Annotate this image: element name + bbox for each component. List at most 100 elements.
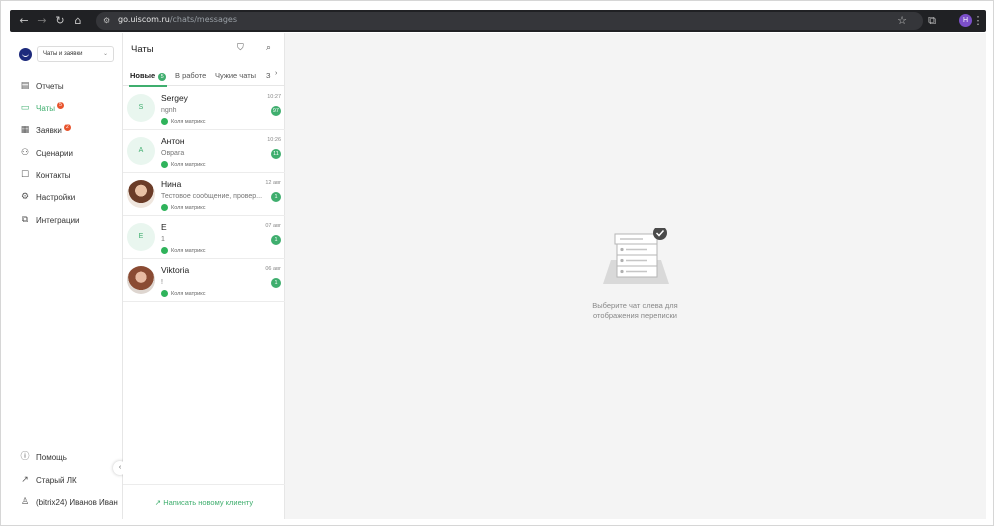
sidebar-item-settings[interactable]: ⚙ Настройки [20,190,75,204]
chat-name: Viktoria [161,265,190,275]
chats-title: Чаты [131,44,154,55]
whatsapp-icon [161,118,168,125]
sidebar-item-user[interactable]: ♙ (bitrix24) Иванов Иван [20,495,118,509]
sidebar-item-old-cabinet[interactable]: ↗ Старый ЛК [20,473,77,487]
chat-source: Коля матрикс [161,247,205,254]
sidebar-item-label: Настройки [36,192,76,202]
workspace-select[interactable]: Чаты и заявки ⌄ [37,46,114,62]
chat-name: Нина [161,179,182,189]
bookmark-star-icon[interactable]: ☆ [894,13,910,29]
chat-preview: 1 [161,236,165,243]
chats-panel: Чаты ⛉ ⌕ Новые 5 В работе Чужие чаты З › … [123,33,285,519]
chat-name: Антон [161,136,185,146]
chat-source-label: Коля матрикс [171,204,206,211]
chat-time: 06 авг [265,266,281,272]
sidebar-item-label: Контакты [36,170,71,180]
sidebar-item-label: Старый ЛК [36,475,77,485]
chat-preview: Оврага [161,150,185,157]
chat-source: Коля матрикс [161,161,205,168]
unread-count-badge: 1 [271,235,281,245]
unread-count-badge: 97 [270,106,281,116]
chat-tabs: Новые 5 В работе Чужие чаты З [123,67,285,87]
chat-list-item[interactable]: Viktoria ! Коля матрикс 06 авг 1 [123,259,285,302]
whatsapp-icon [161,204,168,211]
chat-time: 10:26 [267,137,281,143]
tab-more[interactable]: З [266,71,271,80]
conversation-area: Выберите чат слева для отображения переп… [285,33,986,519]
chat-list-item[interactable]: S Sergey ngnh Коля матрикс 10:27 97 [123,87,285,130]
tab-label: Новые [130,71,156,80]
empty-state-line: Выберите чат слева для [592,301,678,310]
chat-list-item[interactable]: А Антон Оврага Коля матрикс 10:26 11 [123,130,285,173]
url-text: go.uiscom.ru/chats/messages [118,15,237,24]
requests-icon: ▦ [20,125,30,135]
home-icon[interactable]: ⌂ [70,13,86,29]
tab-in-work[interactable]: В работе [175,71,206,80]
filter-icon[interactable]: ⛉ [237,43,244,53]
empty-chat-illustration-icon [603,228,669,284]
chat-time: 12 авг [265,180,281,186]
avatar: S [127,94,155,122]
unread-count-badge: 1 [271,192,281,202]
sidebar-item-label: Помощь [36,452,67,462]
chat-preview: ngnh [161,107,177,114]
sidebar-item-help[interactable]: ⓘ Помощь [20,450,67,464]
logo-icon [19,48,32,61]
write-new-client-button[interactable]: ↗ Написать новому клиенту [123,484,285,519]
tab-new[interactable]: Новые 5 [130,71,167,81]
sidebar-item-label: (bitrix24) Иванов Иван [36,497,118,507]
requests-badge: 2 [63,123,71,131]
empty-state-text: Выберите чат слева для отображения переп… [535,301,735,321]
tab-others-chats[interactable]: Чужие чаты [215,71,256,80]
unread-count-badge: 1 [271,278,281,288]
chats-badge: 5 [57,101,65,109]
whatsapp-icon [161,161,168,168]
chat-source-label: Коля матрикс [171,161,206,168]
sidebar-item-reports[interactable]: ▤ Отчеты [20,79,64,93]
site-info-icon[interactable]: ⚙ [103,16,110,25]
write-new-client-label: Написать новому клиенту [163,498,254,507]
user-icon: ♙ [20,497,30,507]
avatar: А [127,137,155,165]
search-icon[interactable]: ⌕ [266,43,271,53]
avatar: E [127,223,155,251]
integrations-icon: ⧉ [21,215,29,225]
tab-count-badge: 5 [158,73,167,81]
whatsapp-icon [161,247,168,254]
reports-icon: ▤ [20,81,30,91]
sidebar-item-integrations[interactable]: ⧉ Интеграции [20,213,80,227]
whatsapp-icon [161,290,168,297]
address-bar[interactable]: ⚙ go.uiscom.ru/chats/messages [96,12,923,30]
avatar [127,180,155,208]
sidebar-item-label: Интеграции [36,215,80,225]
back-icon[interactable]: ← [16,13,32,29]
browser-menu-icon[interactable]: ⋮ [970,13,986,29]
sidebar-item-scenarios[interactable]: ⚇ Сценарии [20,146,73,160]
chat-source-label: Коля матрикс [171,247,206,254]
sidebar-item-chats[interactable]: ▭ Чаты 5 [20,101,65,115]
external-link-icon: ↗ [21,475,29,485]
sidebar-item-requests[interactable]: ▦ Заявки 2 [20,123,71,137]
chat-source: Коля матрикс [161,118,205,125]
sidebar-item-label: Отчеты [36,81,64,91]
extensions-icon[interactable]: ⧉ [924,13,940,29]
chat-time: 07 авг [265,223,281,229]
chat-name: Sergey [161,93,188,103]
app-body: Чаты и заявки ⌄ ▤ Отчеты ▭ Чаты 5 ▦ Заяв… [10,33,986,519]
chat-list-item[interactable]: E E 1 Коля матрикс 07 авг 1 [123,216,285,259]
reload-icon[interactable]: ↻ [52,13,68,29]
sidebar-item-contacts[interactable]: ☐ Контакты [20,168,71,182]
sidebar-item-label: Чаты [36,103,56,113]
sidebar-item-label: Заявки [36,125,62,135]
chat-preview: Тестовое сообщение, провер... [161,193,263,200]
unread-count-badge: 11 [271,149,281,159]
chat-list-item[interactable]: Нина Тестовое сообщение, провер... Коля … [123,173,285,216]
chat-source-label: Коля матрикс [171,290,206,297]
chevron-down-icon: ⌄ [102,51,108,57]
forward-icon[interactable]: → [34,13,50,29]
chats-icon: ▭ [20,103,30,113]
chevron-right-icon[interactable]: › [275,70,277,77]
empty-state-line: отображения переписки [593,311,677,320]
workspace-label: Чаты и заявки [43,51,83,57]
chat-name: E [161,222,167,232]
